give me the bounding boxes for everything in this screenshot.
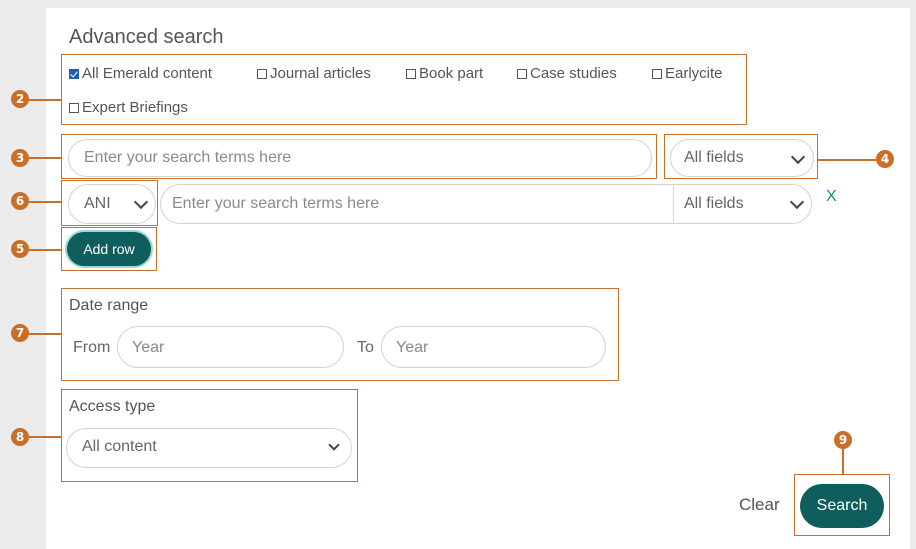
remove-row-button[interactable]: X: [826, 188, 837, 206]
checkbox-icon: [652, 68, 662, 79]
search-input-row2-placeholder: Enter your search terms here: [172, 195, 380, 212]
callout-line: [842, 449, 844, 475]
callout-line: [26, 436, 62, 438]
clear-button[interactable]: Clear: [739, 495, 780, 515]
checkbox-label: Journal articles: [270, 65, 371, 82]
field-select-value: All fields: [684, 149, 744, 166]
callout-badge: 9: [834, 431, 852, 449]
callout-line: [26, 157, 62, 159]
checkbox-label: Case studies: [530, 65, 617, 82]
search-input-placeholder: Enter your search terms here: [84, 149, 292, 166]
callout-line: [26, 99, 62, 101]
checkbox-earlycite[interactable]: Earlycite: [652, 65, 723, 82]
checkbox-label: Book part: [419, 65, 484, 82]
checkbox-all-emerald-content[interactable]: All Emerald content: [69, 65, 212, 82]
callout-badge: 2: [11, 90, 29, 108]
date-range-label: Date range: [69, 297, 149, 314]
checkbox-label: Expert Briefings: [82, 99, 188, 116]
checkbox-checked-icon: [69, 68, 79, 79]
page-title: Advanced search: [69, 26, 224, 48]
callout-badge: 8: [11, 428, 29, 446]
callout-badge: 4: [876, 150, 894, 168]
from-label: From: [73, 339, 111, 356]
checkbox-book-part[interactable]: Book part: [406, 65, 483, 82]
divider: [673, 185, 674, 223]
to-label: To: [357, 339, 374, 356]
checkbox-journal-articles[interactable]: Journal articles: [257, 65, 371, 82]
checkbox-label: All Emerald content: [82, 65, 213, 82]
from-year-placeholder: Year: [132, 339, 165, 356]
callout-line: [26, 201, 62, 203]
callout-line: [818, 159, 876, 161]
callout-line: [26, 333, 62, 335]
callout-line: [26, 249, 62, 251]
operator-select-value: ANI: [84, 195, 111, 212]
checkbox-case-studies[interactable]: Case studies: [517, 65, 617, 82]
checkbox-icon: [406, 68, 416, 79]
callout-badge: 7: [11, 324, 29, 342]
callout-badge: 5: [11, 240, 29, 258]
search-button[interactable]: Search: [800, 484, 884, 528]
callout-badge: 6: [11, 192, 29, 210]
field-select-row2-value[interactable]: All fields: [684, 195, 744, 213]
checkbox-icon: [69, 102, 79, 113]
checkbox-expert-briefings[interactable]: Expert Briefings: [69, 99, 188, 116]
access-type-value: All content: [82, 438, 157, 455]
access-type-label: Access type: [69, 398, 156, 415]
callout-badge: 3: [11, 149, 29, 167]
checkbox-icon: [257, 68, 267, 79]
to-year-placeholder: Year: [396, 339, 429, 356]
add-row-button[interactable]: Add row: [67, 232, 151, 266]
checkbox-icon: [517, 68, 527, 79]
checkbox-label: Earlycite: [665, 65, 723, 82]
